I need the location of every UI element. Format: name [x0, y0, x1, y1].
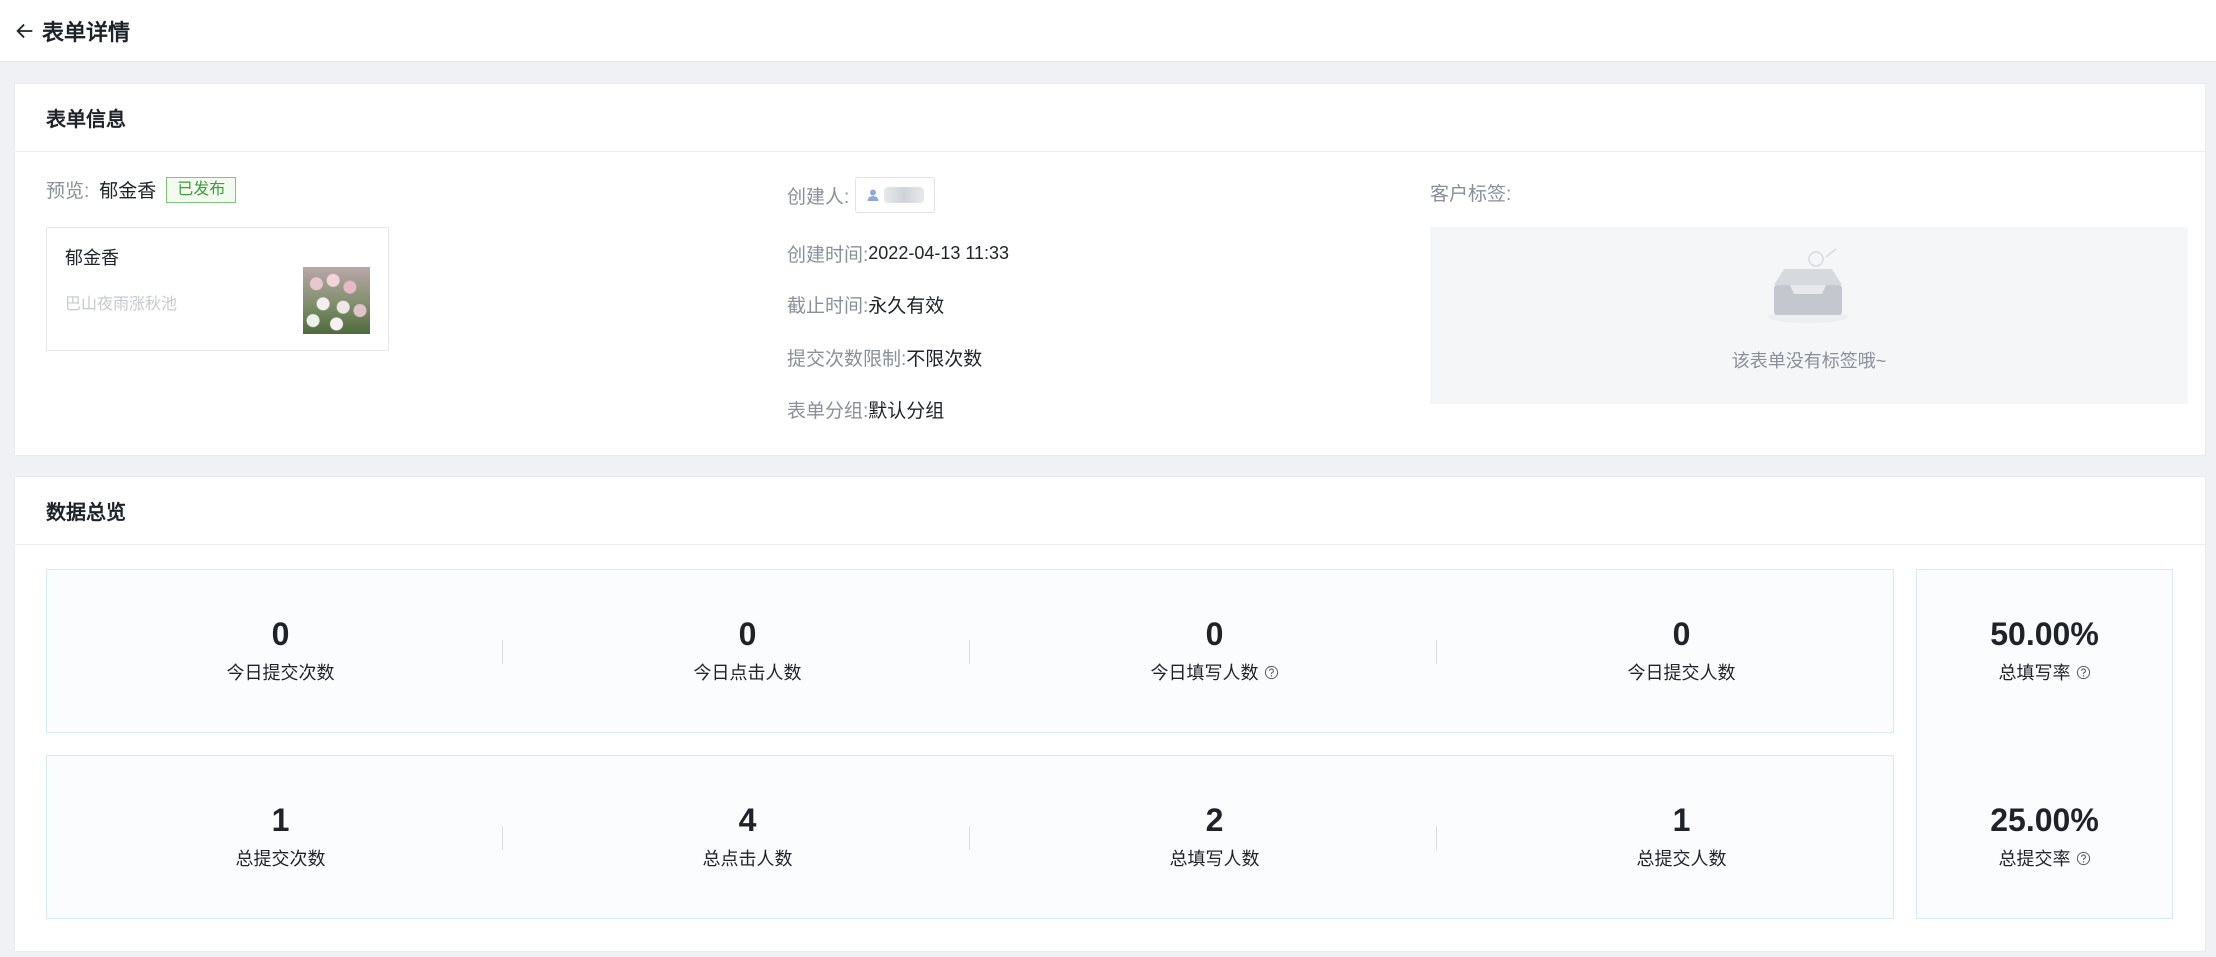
today-stats-panel: 0 今日提交次数 0 今日点击人数 0 今日填写人数 0 今日提交人数 [46, 569, 1894, 733]
deadline-value: 永久有效 [868, 296, 945, 317]
status-badge: 已发布 [166, 176, 237, 203]
created-time-row: 创建时间: 2022-04-13 11:33 [787, 240, 1009, 267]
user-icon [867, 189, 879, 201]
group-value: 默认分组 [868, 401, 945, 422]
stat-today-submitters: 0 今日提交人数 [1448, 570, 1915, 732]
preview-row: 预览: 郁金香 已发布 [46, 176, 237, 203]
stat-label: 今日点击人数 [693, 663, 802, 683]
creator-avatar [884, 187, 925, 203]
stat-value: 2 [1205, 802, 1224, 838]
stat-total-fillers: 2 总填写人数 [981, 756, 1448, 918]
group-label: 表单分组: [787, 401, 869, 422]
stat-label: 今日提交次数 [226, 663, 335, 683]
stat-value: 0 [738, 616, 757, 652]
stat-value: 0 [271, 616, 290, 652]
creator-chip[interactable] [855, 177, 936, 213]
stat-value: 4 [738, 802, 757, 838]
stat-label: 总填写人数 [1169, 849, 1260, 869]
stat-label: 总提交人数 [1636, 849, 1727, 869]
preview-card-title: 郁金香 [65, 248, 119, 268]
form-name: 郁金香 [99, 181, 157, 202]
tags-empty-text: 该表单没有标签哦~ [1731, 351, 1887, 371]
preview-thumbnail [303, 267, 370, 334]
stat-label: 今日填写人数 [1151, 659, 1279, 685]
divider [969, 826, 970, 850]
stat-label: 今日提交人数 [1627, 663, 1736, 683]
help-icon[interactable] [1264, 665, 1279, 680]
preview-card-subtitle: 巴山夜雨涨秋池 [65, 296, 178, 313]
stat-label: 总填写率 [1999, 659, 2091, 685]
section-title: 表单信息 [46, 109, 126, 131]
page-title: 表单详情 [42, 19, 131, 45]
top-bar: 表单详情 [0, 0, 2216, 62]
back-button[interactable] [14, 20, 36, 42]
stat-total-submitters: 1 总提交人数 [1448, 756, 1915, 918]
group-row: 表单分组: 默认分组 [787, 396, 944, 423]
preview-label: 预览: [46, 181, 90, 202]
stat-value: 0 [1205, 616, 1224, 652]
created-time-label: 创建时间: [787, 245, 869, 266]
submit-limit-label: 提交次数限制: [787, 349, 907, 370]
divider [969, 640, 970, 664]
divider [502, 826, 503, 850]
stat-today-submissions: 0 今日提交次数 [47, 570, 514, 732]
form-preview-card[interactable]: 郁金香 巴山夜雨涨秋池 [46, 227, 389, 351]
form-info-header: 表单信息 [15, 84, 2205, 152]
data-overview-card: 数据总览 0 今日提交次数 0 今日点击人数 0 今日填写人数 0 今日提交人数… [14, 476, 2206, 952]
divider [1436, 826, 1437, 850]
customer-tags-row: 客户标签: [1430, 179, 1511, 206]
customer-tags-label: 客户标签: [1430, 184, 1512, 205]
stat-today-fillers: 0 今日填写人数 [981, 570, 1448, 732]
stat-submit-rate: 25.00% 总提交率 [1917, 801, 2172, 871]
stat-today-clicks: 0 今日点击人数 [514, 570, 981, 732]
stat-total-clicks: 4 总点击人数 [514, 756, 981, 918]
stat-label: 总点击人数 [702, 849, 793, 869]
data-overview-header: 数据总览 [15, 477, 2205, 545]
deadline-row: 截止时间: 永久有效 [787, 291, 944, 318]
rates-panel: 50.00% 总填写率 25.00% 总提交率 [1916, 569, 2173, 919]
submit-limit-row: 提交次数限制: 不限次数 [787, 344, 982, 371]
empty-box-icon [1768, 248, 1848, 323]
creator-label: 创建人: [787, 186, 850, 208]
tags-empty-state: 该表单没有标签哦~ [1430, 227, 2188, 404]
stat-value: 50.00% [1990, 616, 2099, 652]
stat-value: 1 [1672, 802, 1691, 838]
deadline-label: 截止时间: [787, 296, 869, 317]
divider [502, 640, 503, 664]
stat-value: 25.00% [1990, 802, 2099, 838]
help-icon[interactable] [2076, 665, 2091, 680]
submit-limit-value: 不限次数 [906, 349, 983, 370]
creator-row: 创建人: [787, 177, 936, 213]
section-title: 数据总览 [46, 502, 126, 524]
stat-fill-rate: 50.00% 总填写率 [1917, 615, 2172, 685]
total-stats-panel: 1 总提交次数 4 总点击人数 2 总填写人数 1 总提交人数 [46, 755, 1894, 919]
divider [1436, 640, 1437, 664]
form-info-card: 表单信息 预览: 郁金香 已发布 郁金香 巴山夜雨涨秋池 创建人: 创建时间: … [14, 83, 2206, 456]
stat-label: 总提交次数 [235, 849, 326, 869]
stat-value: 1 [271, 802, 290, 838]
stat-label: 总提交率 [1999, 845, 2091, 871]
arrow-left-icon [16, 23, 33, 38]
stat-value: 0 [1672, 616, 1691, 652]
stat-total-submissions: 1 总提交次数 [47, 756, 514, 918]
created-time-value: 2022-04-13 11:33 [868, 243, 1010, 263]
help-icon[interactable] [2076, 851, 2091, 866]
